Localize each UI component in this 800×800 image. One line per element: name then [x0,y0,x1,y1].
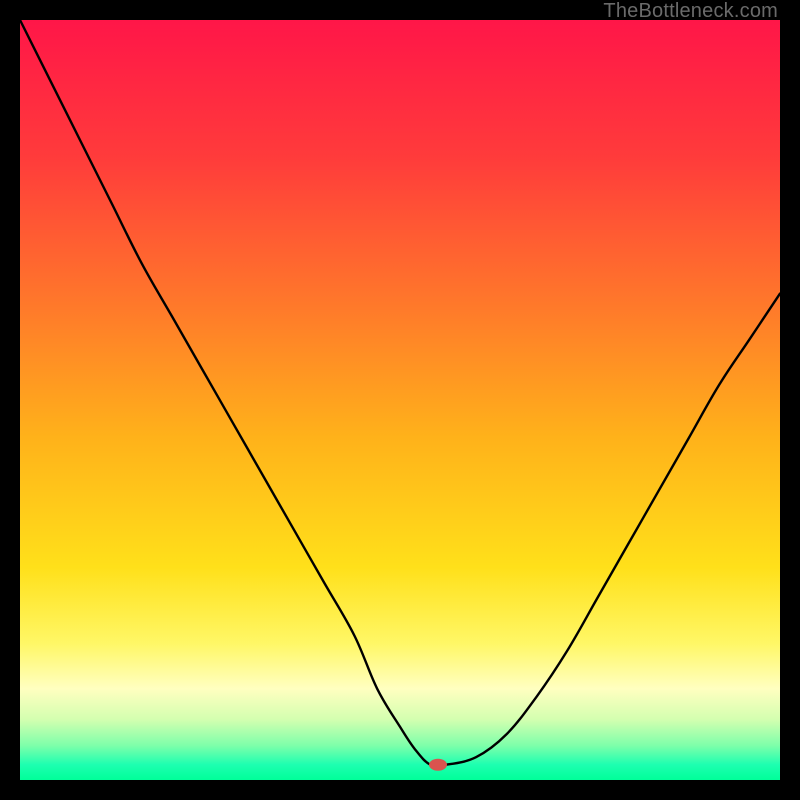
bottleneck-chart [20,20,780,780]
gradient-background [20,20,780,780]
plot-area [20,20,780,780]
chart-frame: TheBottleneck.com [0,0,800,800]
optimal-point [429,759,447,771]
watermark-label: TheBottleneck.com [603,0,778,23]
